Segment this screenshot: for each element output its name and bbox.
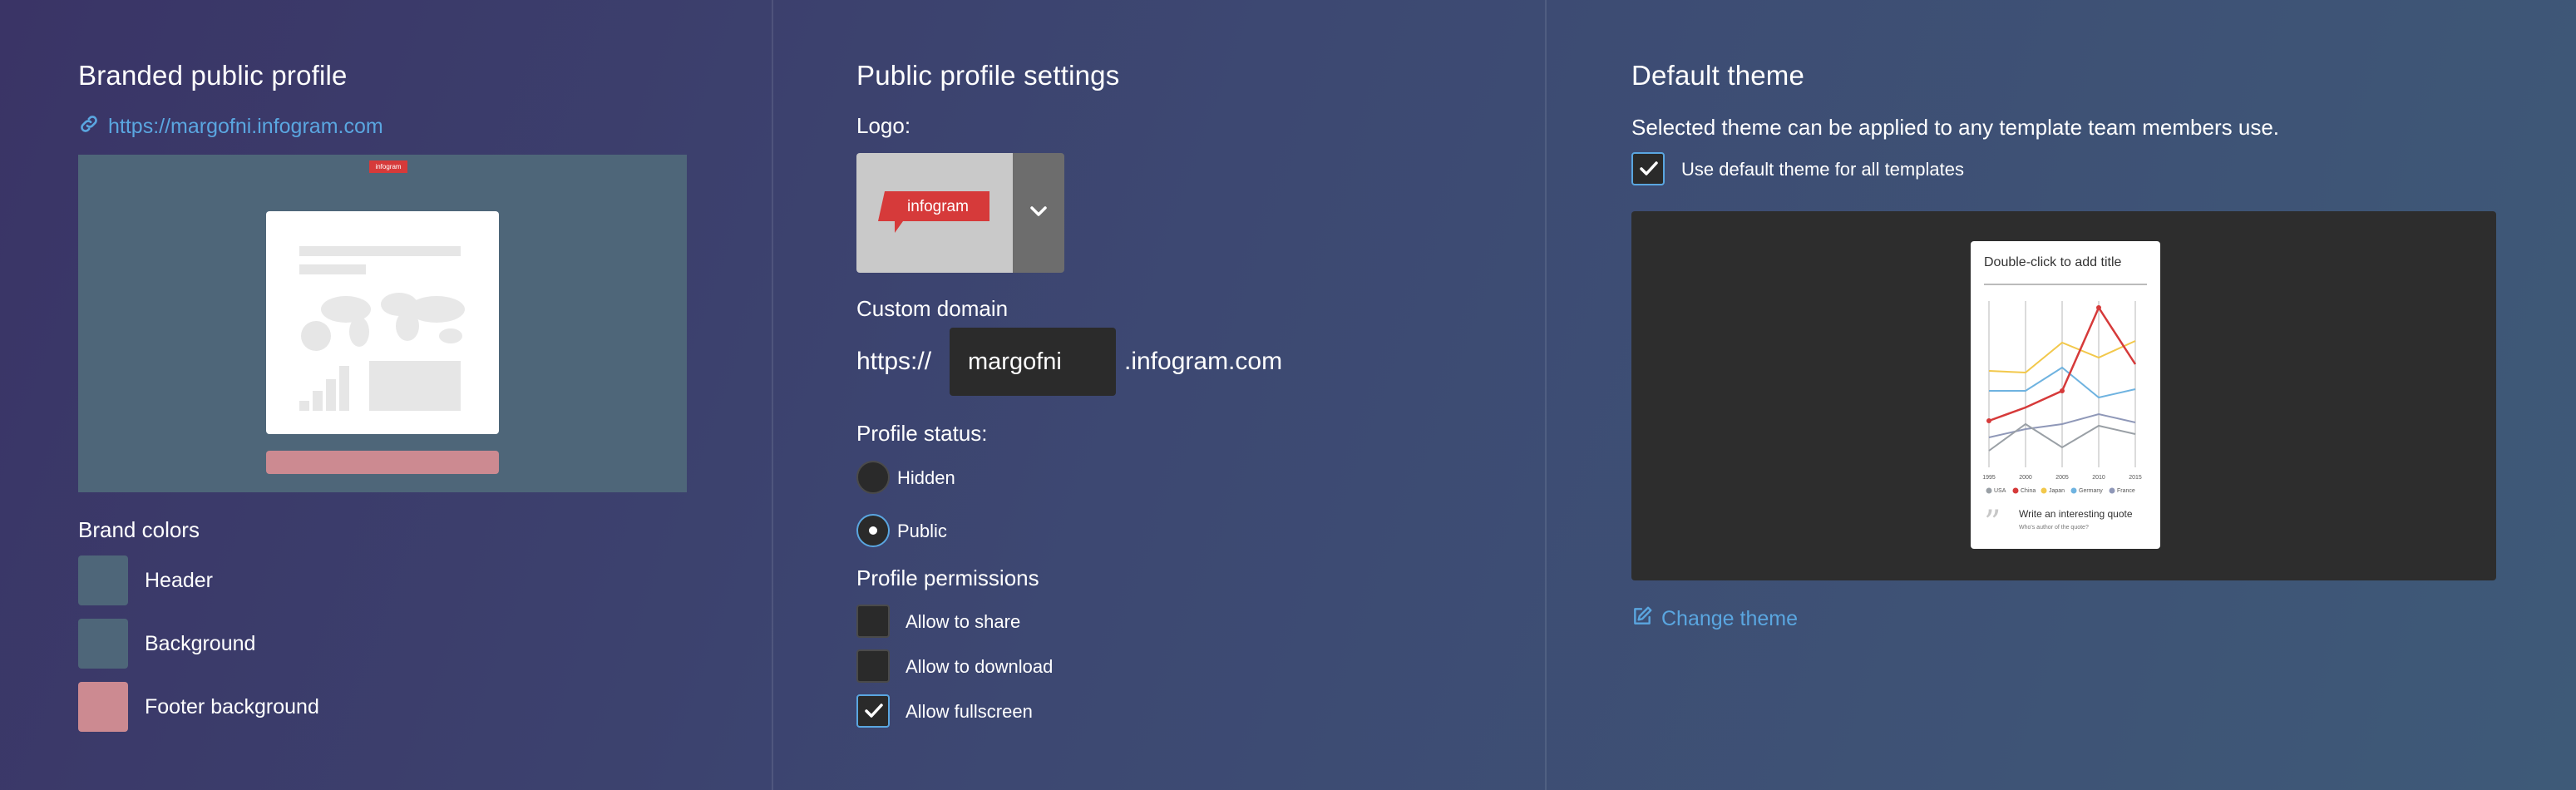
change-theme-text: Change theme [1661,607,1799,630]
theme-preview-area[interactable]: Double-click to add title 1995 2000 2005… [1631,211,2496,580]
status-hidden-radio[interactable] [856,461,890,494]
default-theme-panel: Default theme Selected theme can be appl… [1545,0,2576,790]
profile-url-text: https://margofni.infogram.com [108,115,383,138]
allow-share-checkbox[interactable] [856,605,890,638]
theme-preview-chart: Double-click to add title 1995 2000 2005… [1982,255,2147,542]
status-hidden-label: Hidden [897,467,955,488]
allow-download-checkbox[interactable] [856,649,890,683]
svg-text:2005: 2005 [2055,475,2069,481]
logo-preview[interactable]: infogram [856,153,1013,273]
infogram-logo: infogram [878,191,989,233]
preview-card [266,211,499,434]
svg-text:”: ” [1984,504,2001,542]
svg-text:2010: 2010 [2092,475,2105,481]
status-public-label: Public [897,521,947,541]
svg-text:Germany: Germany [2079,488,2103,494]
svg-text:Write an interesting quote: Write an interesting quote [2019,508,2133,520]
profile-preview: infogram [78,155,687,492]
svg-text:China: China [2021,488,2036,494]
domain-prefix: https:// [856,348,932,375]
preview-logo: infogram [369,160,407,173]
footer-color-swatch[interactable] [78,682,128,732]
allow-fullscreen-label: Allow fullscreen [906,701,1033,722]
default-theme-description: Selected theme can be applied to any tem… [1631,115,2279,140]
logo-dropdown-button[interactable] [1013,153,1064,273]
allow-share-label: Allow to share [906,611,1021,632]
profile-permissions-label: Profile permissions [856,565,1039,590]
branded-profile-title: Branded public profile [78,60,348,91]
svg-text:1995: 1995 [1982,475,1996,481]
status-public-radio[interactable] [856,514,890,547]
logo-label: Logo: [856,113,911,138]
change-theme-link[interactable]: Change theme [1631,605,1798,633]
profile-url-link[interactable]: https://margofni.infogram.com [78,113,383,141]
preview-infographic [299,246,465,411]
domain-suffix: .infogram.com [1124,348,1283,375]
profile-settings-panel: Public profile settings Logo: infogram C… [772,0,1545,790]
custom-domain-label: Custom domain [856,296,1009,321]
svg-text:2015: 2015 [2129,475,2142,481]
svg-text:Double-click to add title: Double-click to add title [1984,255,2122,269]
header-color-swatch[interactable] [78,555,128,605]
background-color-swatch[interactable] [78,619,128,669]
brand-colors-title: Brand colors [78,517,200,542]
allow-fullscreen-checkbox[interactable] [856,694,890,728]
chevron-down-icon [1029,205,1049,222]
svg-text:Who's author of the quote?: Who's author of the quote? [2019,525,2089,531]
svg-text:infogram: infogram [907,198,969,215]
theme-preview-card: Double-click to add title 1995 2000 2005… [1971,241,2160,549]
use-default-theme-label: Use default theme for all templates [1681,159,1964,180]
profile-status-label: Profile status: [856,421,988,446]
use-default-theme-checkbox[interactable] [1631,152,1665,185]
preview-footer [266,451,499,474]
allow-download-label: Allow to download [906,656,1054,677]
svg-text:USA: USA [1994,488,2006,494]
link-icon [78,113,100,141]
background-color-label: Background [145,632,256,655]
footer-color-label: Footer background [145,695,319,718]
custom-domain-input[interactable]: margofni [950,328,1116,396]
settings-title: Public profile settings [856,60,1120,91]
svg-text:France: France [2117,488,2135,494]
svg-text:2000: 2000 [2019,475,2032,481]
header-color-label: Header [145,569,213,592]
svg-text:Japan: Japan [2049,488,2065,494]
default-theme-title: Default theme [1631,60,1805,91]
edit-icon [1631,605,1653,633]
branded-profile-panel: Branded public profile https://margofni.… [0,0,770,790]
